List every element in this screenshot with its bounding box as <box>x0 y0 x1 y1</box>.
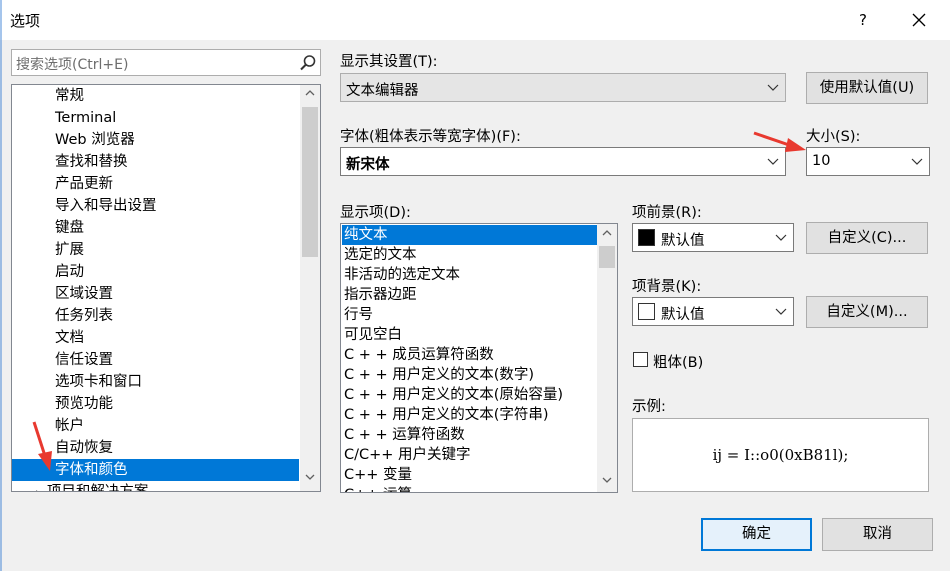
background-value: 默认值 <box>661 307 705 323</box>
tree-item-extensions[interactable]: 扩展 <box>12 239 299 261</box>
list-item-inactive-selected-text[interactable]: 非活动的选定文本 <box>342 265 598 285</box>
window-edge <box>0 0 2 571</box>
title-bar <box>0 0 950 40</box>
show-settings-label: 显示其设置(T): <box>340 54 438 70</box>
chevron-down-icon <box>767 84 779 91</box>
list-item-cpp-user-keywords[interactable]: C/C++ 用户关键字 <box>342 445 598 465</box>
background-swatch <box>638 303 655 320</box>
list-item-visible-whitespace[interactable]: 可见空白 <box>342 325 598 345</box>
foreground-label: 项前景(R): <box>632 205 702 221</box>
scroll-up-icon[interactable] <box>597 228 617 239</box>
list-item-cpp-udl-string[interactable]: C + + 用户定义的文本(字符串) <box>342 405 598 425</box>
list-item-cpp-operator-function[interactable]: C + + 运算符函数 <box>342 425 598 445</box>
use-defaults-button[interactable]: 使用默认值(U) <box>806 72 928 104</box>
cancel-button[interactable]: 取消 <box>822 518 933 551</box>
font-label: 字体(粗体表示等宽字体)(F): <box>340 129 521 145</box>
list-item-indicator-margin[interactable]: 指示器边距 <box>342 285 598 305</box>
list-item-plain-text[interactable]: 纯文本 <box>342 225 598 245</box>
annotation-arrow-icon <box>753 131 806 152</box>
foreground-select[interactable]: 默认值 <box>632 223 794 252</box>
search-input[interactable]: 搜索选项(Ctrl+E) <box>11 49 321 76</box>
show-settings-select[interactable]: 文本编辑器 <box>340 73 786 102</box>
tree-item-keyboard[interactable]: 键盘 <box>12 217 299 239</box>
tree-item-product-updates[interactable]: 产品更新 <box>12 173 299 195</box>
tree-item-label: 项目和解决方案 <box>46 484 149 492</box>
custom-foreground-button[interactable]: 自定义(C)... <box>806 222 928 254</box>
options-tree[interactable]: 常规 Terminal Web 浏览器 查找和替换 产品更新 导入和导出设置 键… <box>11 84 321 492</box>
font-value: 新宋体 <box>346 157 390 173</box>
help-button[interactable]: ? <box>850 6 876 34</box>
search-placeholder: 搜索选项(Ctrl+E) <box>16 57 129 73</box>
list-item-cpp-udl-raw[interactable]: C + + 用户定义的文本(原始容量) <box>342 385 598 405</box>
search-icon[interactable] <box>298 53 318 73</box>
close-icon <box>912 13 926 27</box>
tree-item-general[interactable]: 常规 <box>12 85 299 107</box>
expand-icon[interactable]: ▷ <box>36 489 43 491</box>
list-item-cpp-operator[interactable]: C++ 运算 <box>342 485 598 492</box>
tree-item-import-export[interactable]: 导入和导出设置 <box>12 195 299 217</box>
list-item-cpp-member-operator[interactable]: C + + 成员运算符函数 <box>342 345 598 365</box>
annotation-arrow-icon <box>32 421 52 471</box>
list-item-line-number[interactable]: 行号 <box>342 305 598 325</box>
font-select[interactable]: 新宋体 <box>340 147 786 176</box>
scroll-up-icon[interactable] <box>300 88 320 99</box>
sample-text: ij = I::o0(0xB81l); <box>712 446 849 464</box>
scroll-down-icon[interactable] <box>300 473 320 484</box>
ok-button[interactable]: 确定 <box>701 518 812 551</box>
close-button[interactable] <box>903 6 935 34</box>
background-select[interactable]: 默认值 <box>632 297 794 326</box>
scroll-down-icon[interactable] <box>597 476 617 487</box>
sample-preview: ij = I::o0(0xB81l); <box>632 418 929 492</box>
tree-scroll-thumb[interactable] <box>302 107 318 257</box>
tree-item-startup[interactable]: 启动 <box>12 261 299 283</box>
tree-item-trust-settings[interactable]: 信任设置 <box>12 349 299 371</box>
tree-item-tabs-windows[interactable]: 选项卡和窗口 <box>12 371 299 393</box>
bold-checkbox[interactable] <box>633 352 648 367</box>
list-scrollbar[interactable] <box>597 224 617 492</box>
custom-background-button[interactable]: 自定义(M)... <box>806 296 928 328</box>
tree-item-projects-solutions[interactable]: ▷项目和解决方案 <box>12 481 299 492</box>
list-item-cpp-variable[interactable]: C++ 变量 <box>342 465 598 485</box>
chevron-down-icon <box>767 158 779 165</box>
tree-item-preview-features[interactable]: 预览功能 <box>12 393 299 415</box>
tree-item-web-browser[interactable]: Web 浏览器 <box>12 129 299 151</box>
chevron-down-icon <box>775 308 787 315</box>
dialog-title: 选项 <box>10 12 41 30</box>
display-items-list[interactable]: 纯文本 选定的文本 非活动的选定文本 指示器边距 行号 可见空白 C + + 成… <box>340 223 618 493</box>
foreground-swatch <box>638 229 655 246</box>
tree-item-find-replace[interactable]: 查找和替换 <box>12 151 299 173</box>
display-items-label: 显示项(D): <box>340 205 411 221</box>
chevron-down-icon <box>775 234 787 241</box>
show-settings-value: 文本编辑器 <box>346 83 419 99</box>
list-scroll-thumb[interactable] <box>599 246 615 268</box>
bold-label: 粗体(B) <box>653 355 704 371</box>
tree-scrollbar[interactable] <box>300 85 320 491</box>
tree-item-task-list[interactable]: 任务列表 <box>12 305 299 327</box>
tree-item-terminal[interactable]: Terminal <box>12 107 299 129</box>
foreground-value: 默认值 <box>661 233 705 249</box>
list-item-selected-text[interactable]: 选定的文本 <box>342 245 598 265</box>
background-label: 项背景(K): <box>632 279 702 295</box>
list-item-cpp-udl-number[interactable]: C + + 用户定义的文本(数字) <box>342 365 598 385</box>
size-select[interactable]: 10 <box>806 147 930 176</box>
tree-item-locale[interactable]: 区域设置 <box>12 283 299 305</box>
size-value: 10 <box>812 153 831 169</box>
size-label: 大小(S): <box>806 129 861 145</box>
tree-item-documents[interactable]: 文档 <box>12 327 299 349</box>
sample-label: 示例: <box>632 399 666 415</box>
chevron-down-icon <box>911 158 923 165</box>
